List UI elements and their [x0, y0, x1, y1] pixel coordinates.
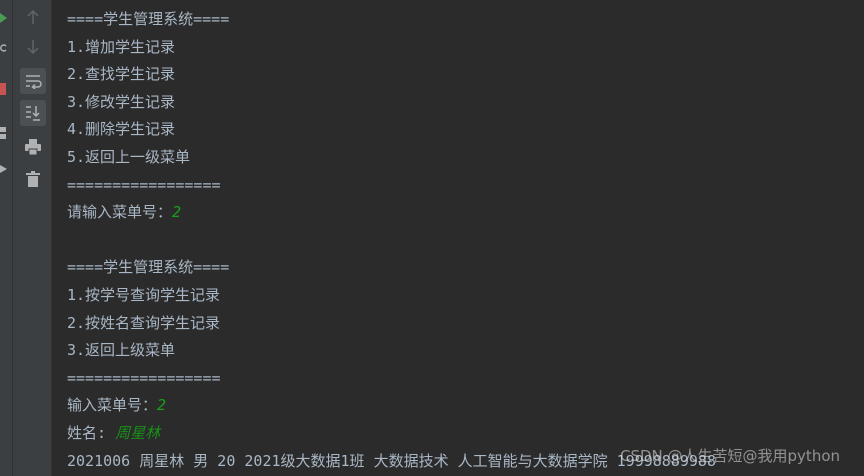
csdn-watermark: CSDN @人生苦短@我用python: [620, 447, 841, 465]
console-line: 1.按学号查询学生记录: [67, 285, 221, 304]
scroll-to-end-icon[interactable]: [20, 100, 46, 126]
user-input-text: 2: [172, 203, 182, 222]
run-console-window: ====学生管理系统==== 1.增加学生记录 2.查找学生记录 3.修改学生记…: [0, 0, 864, 476]
console-line: 5.返回上一级菜单: [67, 147, 191, 166]
arrow-down-icon[interactable]: [20, 34, 46, 60]
rerun-refresh-icon[interactable]: [0, 38, 7, 52]
trash-icon[interactable]: [20, 166, 46, 192]
console-prompt-line: 姓名: 周星林: [67, 423, 161, 442]
console-line: 2.按姓名查询学生记录: [67, 313, 221, 332]
user-input-text: 2: [157, 396, 167, 415]
arrow-up-icon[interactable]: [20, 4, 46, 30]
stop-icon[interactable]: [0, 80, 7, 95]
console-line: =================: [67, 368, 221, 387]
pin-arrow-icon[interactable]: [0, 160, 7, 173]
console-output[interactable]: ====学生管理系统==== 1.增加学生记录 2.查找学生记录 3.修改学生记…: [67, 6, 864, 475]
console-line: 2.查找学生记录: [67, 65, 176, 84]
console-line: ====学生管理系统====: [67, 258, 230, 277]
console-line: 3.修改学生记录: [67, 92, 176, 111]
console-line: ====学生管理系统====: [67, 10, 230, 28]
console-line: 3.返回上级菜单: [67, 341, 176, 360]
rerun-icon[interactable]: [0, 8, 7, 23]
run-tool-strip: [0, 0, 13, 476]
console-line: 4.删除学生记录: [67, 120, 176, 139]
soft-wrap-icon[interactable]: [20, 68, 46, 94]
console-prompt-line: 请输入菜单号：2: [67, 203, 182, 222]
console-toolbar: [13, 0, 52, 476]
print-icon[interactable]: [20, 134, 46, 160]
layout-icon[interactable]: [0, 124, 7, 139]
user-input-text: 周星林: [115, 423, 161, 442]
console-line: 1.增加学生记录: [67, 37, 176, 56]
console-line: =================: [67, 175, 221, 194]
console-prompt-line: 输入菜单号：2: [67, 396, 167, 415]
